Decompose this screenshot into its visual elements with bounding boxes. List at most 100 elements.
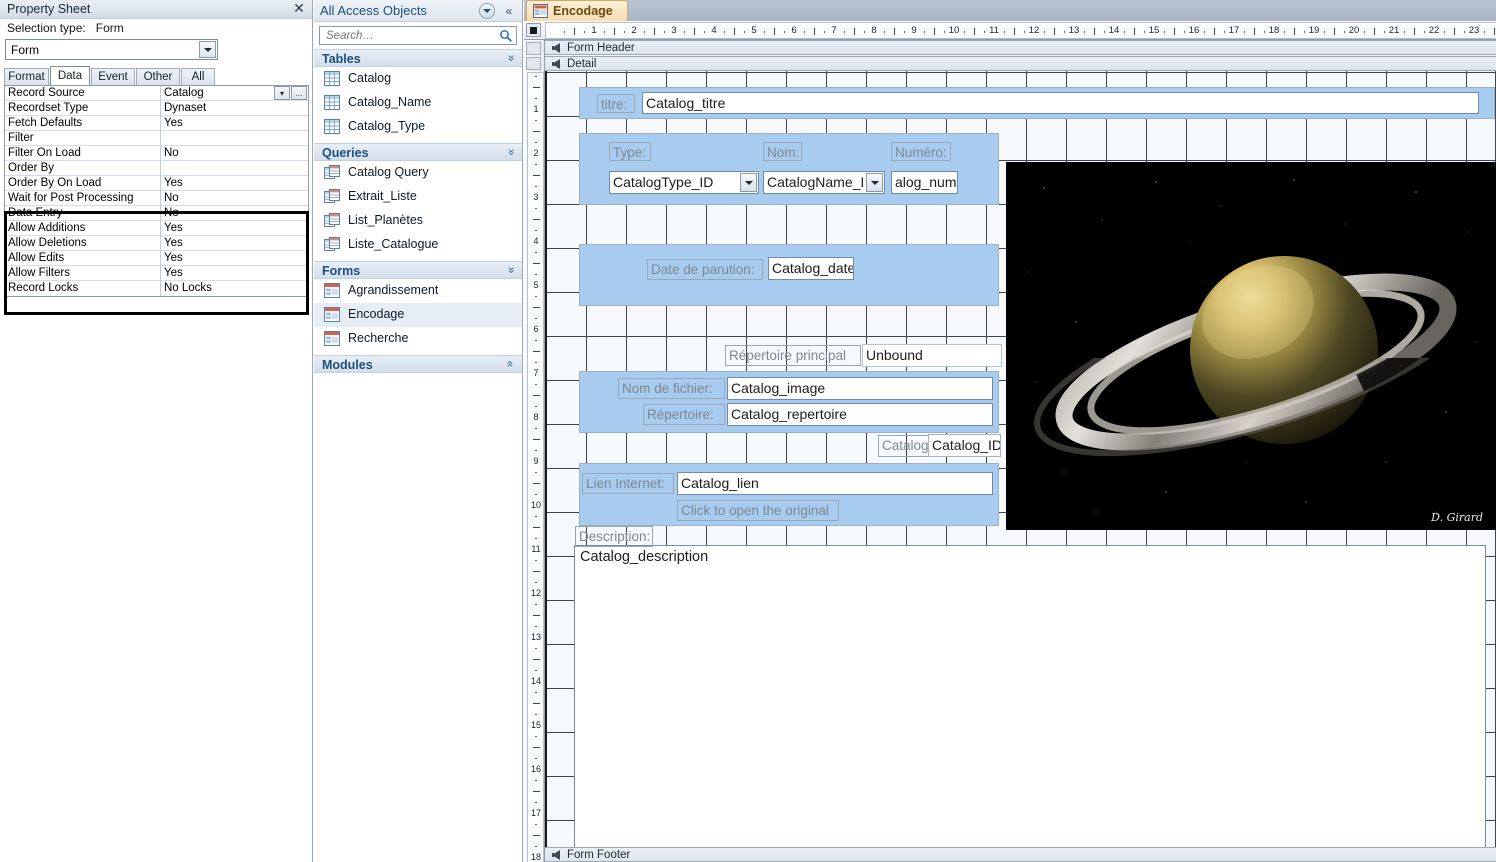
type-label[interactable]: Type:: [609, 142, 651, 161]
chevron-up-icon[interactable]: «: [504, 267, 518, 274]
catalogid-textbox[interactable]: Catalog_ID: [928, 434, 1001, 457]
section-bar-detail[interactable]: Detail: [545, 56, 1496, 71]
property-value[interactable]: [164, 131, 306, 146]
property-row[interactable]: Filter: [5, 131, 308, 146]
chevron-up-icon[interactable]: «: [504, 149, 518, 156]
section-selector-header[interactable]: [526, 42, 541, 55]
saturn-image[interactable]: D. Girard: [1006, 162, 1496, 530]
property-row[interactable]: Filter On Load No: [5, 146, 308, 161]
nav-item-list-plan-tes[interactable]: List_Planètes: [314, 209, 522, 233]
date-textbox[interactable]: Catalog_date: [768, 257, 854, 280]
lien-textbox[interactable]: Catalog_lien: [677, 472, 993, 495]
property-grid: Record Source Catalog ▾… Recordset Type Dyna…: [4, 85, 309, 297]
lien-label[interactable]: Lien Internet:: [582, 473, 674, 494]
search-icon[interactable]: [499, 29, 513, 43]
property-value[interactable]: Yes: [164, 221, 306, 236]
nav-item-recherche[interactable]: Recherche: [314, 327, 522, 351]
detail-section[interactable]: titre: Catalog_titre Type: CatalogType_I…: [545, 71, 1496, 862]
section-selector-detail[interactable]: [526, 57, 541, 70]
nav-group-forms[interactable]: Forms «: [314, 261, 522, 279]
chevron-down-icon[interactable]: [866, 173, 883, 192]
repertoire-textbox[interactable]: Catalog_repertoire: [727, 403, 993, 426]
nom-combo[interactable]: CatalogName_I: [763, 171, 885, 194]
collapse-pane-icon[interactable]: «: [501, 3, 517, 19]
navigation-search-box[interactable]: [319, 26, 517, 45]
chevron-down-icon[interactable]: ▾: [274, 86, 290, 100]
nav-item-encodage[interactable]: Encodage: [314, 303, 522, 327]
section-caret-icon: [552, 850, 560, 860]
nav-item-extrait-liste[interactable]: Extrait_Liste: [314, 185, 522, 209]
property-value[interactable]: Yes: [164, 116, 306, 131]
filename-textbox[interactable]: Catalog_image: [727, 377, 993, 400]
description-textbox[interactable]: Catalog_description: [580, 549, 708, 565]
nav-item-catalog-query[interactable]: Catalog Query: [314, 161, 522, 185]
property-row[interactable]: Record Locks No Locks: [5, 281, 308, 296]
form-selector-box[interactable]: [526, 23, 541, 37]
search-input[interactable]: [324, 29, 474, 43]
nav-item-agrandissement[interactable]: Agrandissement: [314, 279, 522, 303]
property-tab-other[interactable]: Other: [136, 68, 180, 85]
property-value[interactable]: No: [164, 191, 306, 206]
nav-item-catalog-name[interactable]: Catalog_Name: [314, 91, 522, 115]
type-combo[interactable]: CatalogType_ID: [609, 171, 759, 194]
property-value[interactable]: Yes: [164, 266, 306, 281]
property-value[interactable]: No: [164, 206, 306, 221]
property-value[interactable]: No Locks: [164, 281, 306, 296]
nav-group-modules[interactable]: Modules «: [314, 355, 522, 373]
section-bar-form-footer[interactable]: Form Footer: [545, 847, 1496, 862]
property-value[interactable]: Yes: [164, 176, 306, 191]
chevron-down-circle-icon[interactable]: [479, 3, 495, 19]
nav-item-catalog-type[interactable]: Catalog_Type: [314, 115, 522, 139]
builder-icon[interactable]: …: [291, 86, 307, 100]
click-to-open-label[interactable]: Click to open the original: [677, 500, 839, 521]
property-row[interactable]: Allow Deletions Yes: [5, 236, 308, 251]
property-tab-format[interactable]: Format: [4, 68, 49, 85]
property-row[interactable]: Recordset Type Dynaset: [5, 101, 308, 116]
design-canvas[interactable]: Form Header Detail titre: Catalog_titre …: [545, 40, 1496, 862]
close-icon[interactable]: ✕: [292, 1, 306, 16]
property-row[interactable]: Fetch Defaults Yes: [5, 116, 308, 131]
repertoire-label[interactable]: Répertoire:: [643, 404, 725, 425]
property-row[interactable]: Data Entry No: [5, 206, 308, 221]
property-tab-data[interactable]: Data: [50, 66, 90, 85]
numero-textbox[interactable]: alog_num: [891, 171, 958, 194]
numero-label[interactable]: Numéro:: [891, 142, 951, 161]
chevron-down-icon[interactable]: [740, 173, 757, 192]
property-tab-event[interactable]: Event: [91, 68, 135, 85]
section-bar-form-header[interactable]: Form Header: [545, 40, 1496, 55]
nav-group-tables[interactable]: Tables «: [314, 49, 522, 67]
repertoire-principal-label[interactable]: Répertoire principal: [725, 345, 861, 366]
nav-group-queries[interactable]: Queries «: [314, 143, 522, 161]
nom-label[interactable]: Nom:: [763, 142, 802, 161]
horizontal-ruler[interactable]: 1234567891011121314151617181920212223242…: [524, 21, 1496, 40]
object-selector-combo[interactable]: Form: [5, 39, 218, 60]
catalogid-label[interactable]: Catalog: [878, 435, 932, 457]
ruler-tick-label: 22: [1428, 25, 1440, 36]
property-row[interactable]: Allow Filters Yes: [5, 266, 308, 281]
tab-encodage[interactable]: Encodage: [526, 0, 628, 21]
property-value[interactable]: Yes: [164, 236, 306, 251]
nav-item-liste-catalogue[interactable]: Liste_Catalogue: [314, 233, 522, 257]
repertoire-principal-textbox[interactable]: Unbound: [862, 344, 1002, 367]
property-row[interactable]: Allow Additions Yes: [5, 221, 308, 236]
property-row[interactable]: Order By: [5, 161, 308, 176]
property-value[interactable]: [164, 161, 306, 176]
property-tab-all[interactable]: All: [181, 68, 215, 85]
date-label[interactable]: Date de parution:: [647, 259, 763, 280]
chevron-down-icon[interactable]: [199, 41, 216, 58]
title-textbox[interactable]: Catalog_titre: [642, 92, 1479, 114]
property-row[interactable]: Allow Edits Yes: [5, 251, 308, 266]
description-label[interactable]: Description:: [575, 526, 653, 547]
property-row[interactable]: Record Source Catalog ▾…: [5, 86, 308, 101]
chevron-down-icon[interactable]: «: [504, 361, 518, 368]
property-value[interactable]: Yes: [164, 251, 306, 266]
property-value[interactable]: No: [164, 146, 306, 161]
nav-item-catalog[interactable]: Catalog: [314, 67, 522, 91]
property-row[interactable]: Wait for Post Processing No: [5, 191, 308, 206]
property-row[interactable]: Order By On Load Yes: [5, 176, 308, 191]
chevron-up-icon[interactable]: «: [504, 55, 518, 62]
vertical-ruler[interactable]: 1234567891011121314151617181920: [524, 40, 545, 862]
property-value[interactable]: Dynaset: [164, 101, 306, 116]
title-label[interactable]: titre:: [597, 94, 635, 113]
filename-label[interactable]: Nom de fichier:: [618, 378, 725, 399]
